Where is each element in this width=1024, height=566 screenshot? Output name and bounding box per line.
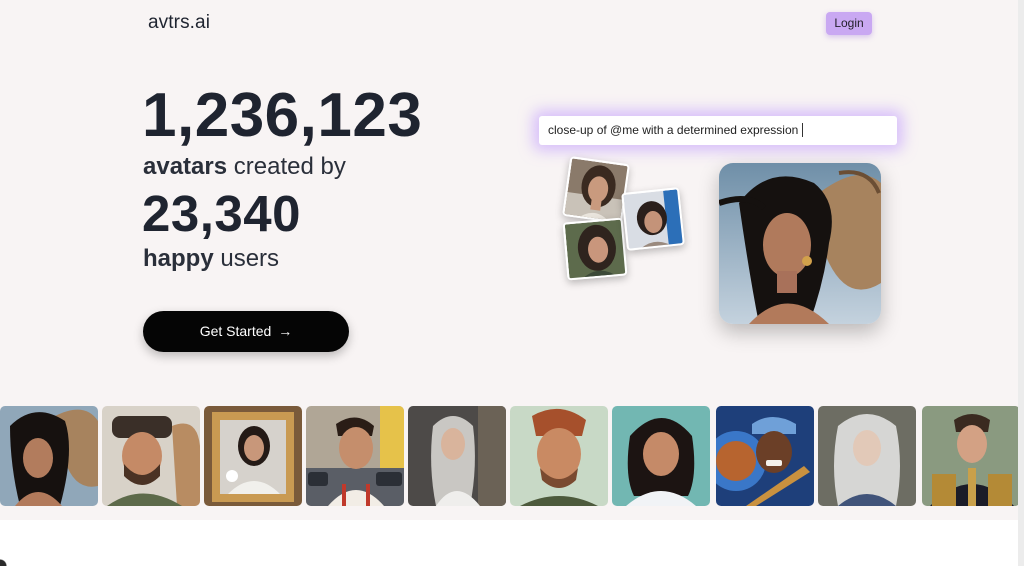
window-corner <box>0 548 14 566</box>
avatar-white-haired-woman[interactable] <box>818 406 916 506</box>
reference-photo-3 <box>621 187 685 251</box>
arrow-right-icon: → <box>278 323 293 339</box>
login-button[interactable]: Login <box>826 12 872 35</box>
avatar-man-in-city-street[interactable] <box>306 406 404 506</box>
prompt-text: close-up of @me with a determined expres… <box>548 123 799 137</box>
window-scrollbar[interactable] <box>1018 0 1024 566</box>
site-logo[interactable]: avtrs.ai <box>148 12 210 34</box>
reference-photo-1 <box>562 156 630 224</box>
avatars-word: avatars <box>143 153 228 180</box>
reference-photo-2 <box>562 217 628 281</box>
generated-avatar-image <box>719 163 881 324</box>
users-word: users <box>220 245 280 272</box>
users-count: 23,340 <box>142 185 301 242</box>
happy-users-line: happy users <box>143 247 279 271</box>
avatar-cartoon-man-with-quiff[interactable] <box>510 406 608 506</box>
text-caret <box>802 123 804 137</box>
avatar-bearded-man-with-camel[interactable] <box>102 406 200 506</box>
get-started-label: Get Started <box>199 323 272 339</box>
avatar-woman-with-camel[interactable] <box>0 406 98 506</box>
created-by-text: created by <box>233 153 346 180</box>
prompt-input[interactable]: close-up of @me with a determined expres… <box>539 116 897 145</box>
get-started-button[interactable]: Get Started → <box>143 311 349 352</box>
avatar-man-with-blue-cap-and-globe[interactable] <box>716 406 814 506</box>
avatar-man-in-military-uniform[interactable] <box>922 406 1020 506</box>
landing-page: avtrs.ai Login 1,236,123 avatars created… <box>0 0 1020 520</box>
avatar-woman-in-gold-frame[interactable] <box>204 406 302 506</box>
avatar-gallery-strip <box>0 406 1020 506</box>
page-footer-area <box>0 520 1018 566</box>
avatar-cartoon-girl-in-hoodie[interactable] <box>612 406 710 506</box>
avatar-silver-haired-woman-in-blazer[interactable] <box>408 406 506 506</box>
happy-word: happy <box>143 245 214 272</box>
avatars-created-by-line: avatars created by <box>143 155 346 179</box>
avatars-count: 1,236,123 <box>142 81 423 150</box>
